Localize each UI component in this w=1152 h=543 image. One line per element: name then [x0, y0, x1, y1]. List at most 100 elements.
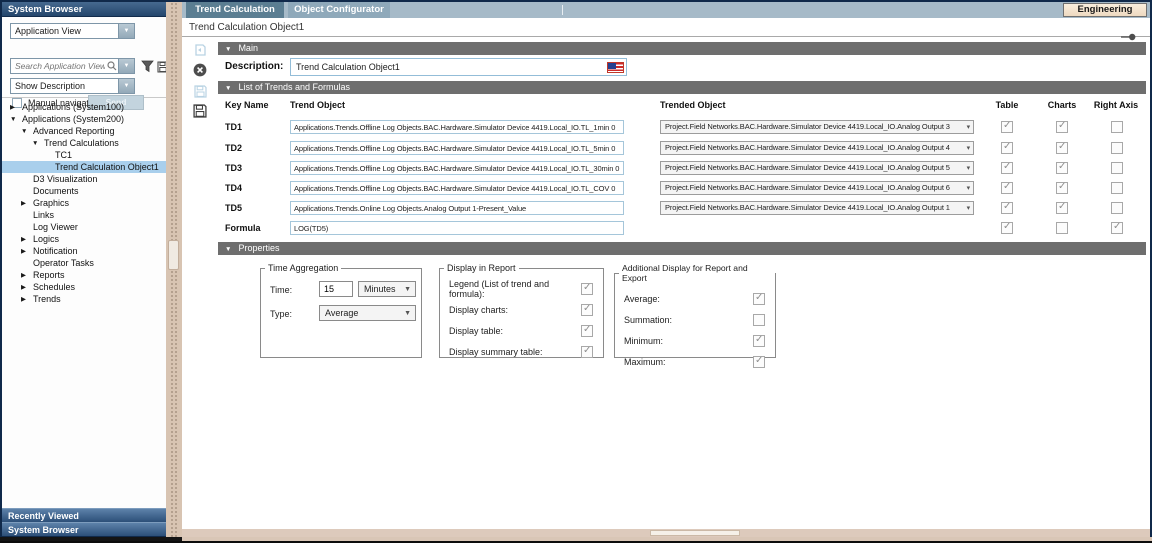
- display-report-checkbox[interactable]: [581, 304, 593, 316]
- chevron-down-icon[interactable]: ▼: [118, 24, 134, 38]
- system-browser-panel: System Browser Application View ▼ ▼ Show: [2, 2, 166, 536]
- table-checkbox[interactable]: [1001, 121, 1013, 133]
- tree-item[interactable]: ▶Schedules: [2, 281, 166, 293]
- display-report-checkbox[interactable]: [581, 325, 593, 337]
- description-input[interactable]: [290, 58, 627, 76]
- chevron-down-icon: ▼: [404, 307, 411, 321]
- trend-object-input[interactable]: [290, 221, 624, 235]
- collapse-arrow-icon[interactable]: ▼: [225, 46, 231, 53]
- tree-item[interactable]: Log Viewer: [2, 221, 166, 233]
- additional-display-checkbox[interactable]: [753, 293, 765, 305]
- trend-object-input[interactable]: [290, 201, 624, 215]
- trend-object-input[interactable]: [290, 161, 624, 175]
- recently-viewed-bar[interactable]: Recently Viewed: [2, 508, 166, 522]
- horizontal-scrollbar[interactable]: [182, 529, 1150, 537]
- tree-item[interactable]: Documents: [2, 185, 166, 197]
- charts-checkbox[interactable]: [1056, 182, 1068, 194]
- column-header-trended-object: Trended Object: [660, 100, 726, 110]
- tree-item[interactable]: Trend Calculation Object1: [2, 161, 166, 173]
- tree-item[interactable]: Links: [2, 209, 166, 221]
- tree-item[interactable]: Operator Tasks: [2, 257, 166, 269]
- trended-object-select[interactable]: Project.Field Networks.BAC.Hardware.Simu…: [660, 181, 974, 195]
- section-header-main[interactable]: ▼Main: [218, 42, 1146, 55]
- right-axis-checkbox[interactable]: [1111, 142, 1123, 154]
- tree-item[interactable]: D3 Visualization: [2, 173, 166, 185]
- collapsed-arrow-icon[interactable]: ▶: [10, 103, 22, 111]
- collapsed-arrow-icon[interactable]: ▶: [21, 199, 33, 207]
- tree-item[interactable]: ▼Trend Calculations: [2, 137, 166, 149]
- collapse-arrow-icon[interactable]: ▼: [225, 246, 231, 253]
- panel-splitter[interactable]: [166, 2, 182, 537]
- tree-item[interactable]: ▶Logics: [2, 233, 166, 245]
- browser-controls: Application View ▼ ▼ Show Description ▼: [2, 17, 166, 98]
- additional-display-checkbox[interactable]: [753, 314, 765, 326]
- collapsed-arrow-icon[interactable]: ▶: [21, 295, 33, 303]
- right-axis-checkbox[interactable]: [1111, 202, 1123, 214]
- table-checkbox[interactable]: [1001, 222, 1013, 234]
- tree-item[interactable]: ▶Notification: [2, 245, 166, 257]
- chevron-down-icon[interactable]: ▼: [118, 79, 134, 93]
- tree-item[interactable]: ▶Reports: [2, 269, 166, 281]
- expanded-arrow-icon[interactable]: ▼: [21, 128, 33, 135]
- section-header-properties[interactable]: ▼Properties: [218, 242, 1146, 255]
- trended-object-select[interactable]: Project.Field Networks.BAC.Hardware.Simu…: [660, 161, 974, 175]
- system-browser-bar[interactable]: System Browser: [2, 522, 166, 536]
- charts-checkbox[interactable]: [1056, 121, 1068, 133]
- close-icon[interactable]: [192, 62, 208, 78]
- charts-checkbox[interactable]: [1056, 202, 1068, 214]
- expanded-arrow-icon[interactable]: ▼: [10, 116, 22, 123]
- collapsed-arrow-icon[interactable]: ▶: [21, 247, 33, 255]
- trended-object-select[interactable]: Project.Field Networks.BAC.Hardware.Simu…: [660, 120, 974, 134]
- save-filter-icon[interactable]: [157, 60, 166, 78]
- row-key-label: TD2: [225, 143, 242, 153]
- charts-checkbox[interactable]: [1056, 222, 1068, 234]
- collapsed-arrow-icon[interactable]: ▶: [21, 283, 33, 291]
- description-dropdown[interactable]: Show Description ▼: [10, 78, 135, 94]
- section-header-trends[interactable]: ▼List of Trends and Formulas: [218, 81, 1146, 94]
- chevron-down-icon[interactable]: ▼: [118, 59, 134, 73]
- trend-object-input[interactable]: [290, 181, 624, 195]
- tree-item-label: Applications (System200): [22, 114, 124, 124]
- right-axis-checkbox[interactable]: [1111, 182, 1123, 194]
- table-checkbox[interactable]: [1001, 202, 1013, 214]
- right-axis-checkbox[interactable]: [1111, 162, 1123, 174]
- trended-object-value: Project.Field Networks.BAC.Hardware.Simu…: [665, 203, 950, 212]
- charts-checkbox[interactable]: [1056, 142, 1068, 154]
- time-unit-select[interactable]: Minutes▼: [358, 281, 416, 297]
- trend-object-input[interactable]: [290, 141, 624, 155]
- filter-icon[interactable]: [141, 60, 154, 78]
- tree-item[interactable]: ▼Advanced Reporting: [2, 125, 166, 137]
- type-select[interactable]: Average▼: [319, 305, 416, 321]
- tree-item[interactable]: ▶Applications (System100): [2, 101, 166, 113]
- additional-display-checkbox[interactable]: [753, 356, 765, 368]
- trended-object-select[interactable]: Project.Field Networks.BAC.Hardware.Simu…: [660, 201, 974, 215]
- tree-item[interactable]: TC1: [2, 149, 166, 161]
- save-icon[interactable]: [192, 103, 208, 119]
- view-dropdown[interactable]: Application View ▼: [10, 23, 135, 39]
- table-checkbox[interactable]: [1001, 162, 1013, 174]
- collapsed-arrow-icon[interactable]: ▶: [21, 235, 33, 243]
- charts-checkbox[interactable]: [1056, 162, 1068, 174]
- time-value-input[interactable]: [319, 281, 353, 297]
- panel-title: System Browser: [2, 2, 166, 17]
- scrollbar-thumb[interactable]: [650, 530, 740, 536]
- search-input[interactable]: [11, 59, 105, 73]
- view-dropdown-value: Application View: [11, 24, 118, 38]
- collapse-arrow-icon[interactable]: ▼: [225, 85, 231, 92]
- display-report-checkbox[interactable]: [581, 346, 593, 358]
- trended-object-select[interactable]: Project.Field Networks.BAC.Hardware.Simu…: [660, 141, 974, 155]
- display-report-checkbox[interactable]: [581, 283, 593, 295]
- collapsed-arrow-icon[interactable]: ▶: [21, 271, 33, 279]
- expanded-arrow-icon[interactable]: ▼: [32, 140, 44, 147]
- right-axis-checkbox[interactable]: [1111, 222, 1123, 234]
- additional-display-checkbox[interactable]: [753, 335, 765, 347]
- tree-item[interactable]: ▶Trends: [2, 293, 166, 305]
- trend-object-input[interactable]: [290, 120, 624, 134]
- tree-item-label: Operator Tasks: [33, 258, 94, 268]
- table-checkbox[interactable]: [1001, 142, 1013, 154]
- table-checkbox[interactable]: [1001, 182, 1013, 194]
- splitter-handle[interactable]: [168, 240, 179, 270]
- tree-item[interactable]: ▼Applications (System200): [2, 113, 166, 125]
- tree-item[interactable]: ▶Graphics: [2, 197, 166, 209]
- right-axis-checkbox[interactable]: [1111, 121, 1123, 133]
